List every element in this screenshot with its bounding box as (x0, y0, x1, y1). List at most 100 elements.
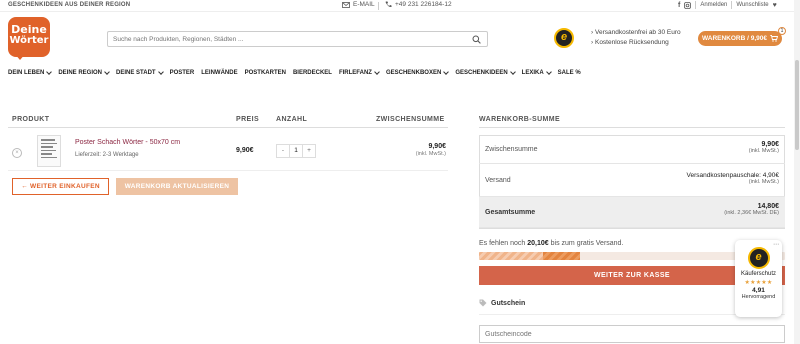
mail-icon (342, 1, 350, 8)
chevron-down-icon (545, 69, 552, 75)
heart-icon[interactable]: ♥ (773, 2, 777, 9)
free-shipping-amount: 20,10€ (527, 240, 549, 247)
nav-item[interactable]: DEINE REGION (58, 69, 110, 76)
search-icon[interactable] (472, 35, 481, 44)
nav-item-label: BIERDECKEL (292, 70, 332, 76)
more-options-icon[interactable]: ⋯ (773, 241, 779, 248)
remove-item-button[interactable]: × (12, 148, 22, 158)
scrollbar-thumb[interactable] (795, 60, 799, 150)
total-note: (inkl. 2,36€ MwSt. DE) (724, 210, 779, 216)
nav-item[interactable]: DEIN LEBEN (8, 69, 53, 76)
trusted-shops-seal-icon (747, 247, 770, 269)
cart-label: WARENKORB / 9,90€ (701, 35, 768, 42)
shipping-value: Versandkostenpauschale: 4,90€ (686, 172, 779, 179)
divider (695, 1, 697, 9)
product-name-link[interactable]: Poster Schach Wörter - 50x70 cm (75, 139, 180, 146)
update-cart-button[interactable]: WARENKORB AKTUALISIEREN (116, 178, 238, 195)
divider (8, 127, 448, 128)
total-value-block: 14,80€ (inkl. 2,36€ MwSt. DE) (724, 203, 779, 216)
total-value: 14,80€ (757, 203, 779, 210)
subtotal-value-block: 9,90€ (inkl. MwSt.) (749, 141, 779, 154)
usp-item: › Versandkostenfrei ab 30 Euro (591, 29, 681, 36)
item-price: 9,90€ (236, 147, 254, 154)
divider (378, 2, 379, 10)
logo-line1: Deine (11, 23, 47, 36)
divider (8, 170, 448, 171)
qty-minus-button[interactable]: - (277, 145, 289, 157)
nav-item-label: DEINE REGION (58, 70, 103, 76)
nav-item-label: POSTKARTEN (244, 70, 286, 76)
summary-shipping-row: Versand Versandkostenpauschale: 4,90€ (i… (479, 164, 785, 197)
chevron-down-icon (46, 69, 53, 75)
usp-list: › Versandkostenfrei ab 30 Euro › Kostenl… (591, 28, 681, 48)
top-bar: GESCHENKIDEEN AUS DEINER REGION E-MAIL +… (0, 0, 800, 12)
nav-item[interactable]: BIERDECKEL (293, 70, 332, 76)
tagline: GESCHENKIDEEN AUS DEINER REGION (8, 2, 131, 8)
main-nav: DEIN LEBEN DEINE REGION DEINE STADT POSTER L… (8, 69, 588, 76)
summary-total-row: Gesamtsumme 14,80€ (inkl. 2,36€ MwSt. DE… (479, 197, 785, 228)
facebook-icon[interactable]: f (678, 2, 680, 9)
col-header-product: PRODUKT (12, 116, 50, 123)
login-link[interactable]: Anmelden (700, 2, 727, 8)
instagram-icon[interactable] (684, 1, 692, 9)
rating-score: 4,91 (752, 287, 765, 294)
qty-plus-button[interactable]: + (303, 145, 315, 157)
search-box (107, 31, 488, 47)
rating-stars: ★★★★★ (744, 280, 773, 286)
phone-icon (385, 1, 392, 8)
shipping-value-block: Versandkostenpauschale: 4,90€ (inkl. MwS… (686, 172, 779, 185)
nav-item[interactable]: POSTER (170, 70, 195, 76)
site-logo[interactable]: Deine Wörter (8, 17, 50, 57)
subtotal-note: (inkl. MwSt.) (748, 148, 779, 154)
nav-item-label: POSTER (169, 70, 195, 76)
divider (731, 1, 733, 9)
chevron-down-icon (157, 69, 164, 75)
product-thumbnail[interactable] (37, 135, 61, 167)
nav-item-label: DEIN LEBEN (8, 70, 45, 76)
nav-item-label: GESCHENKBOXEN (385, 70, 442, 76)
chevron-down-icon (104, 69, 110, 75)
wishlist-link[interactable]: Wunschliste (736, 2, 768, 8)
nav-item[interactable]: LEINWÄNDE (201, 70, 237, 76)
shipping-note: (inkl. MwSt.) (748, 179, 779, 185)
cart-button[interactable]: WARENKORB / 9,90€ (698, 31, 782, 46)
nav-item[interactable]: POSTKARTEN (245, 70, 286, 76)
item-subtotal-value: 9,90€ (428, 143, 446, 150)
nav-item[interactable]: GESCHENKIDEEN (455, 69, 516, 76)
item-subtotal: 9,90€ (inkl. MwSt.) (380, 143, 446, 157)
trusted-shops-seal-icon[interactable] (554, 28, 574, 48)
logo-line2: Wörter (9, 35, 49, 46)
nav-item[interactable]: FIRLEFANZ (338, 69, 380, 76)
nav-item-label: FIRLEFANZ (338, 70, 372, 76)
nav-item-label: DEINE STADT (116, 70, 156, 76)
qty-input[interactable]: 1 (289, 145, 303, 157)
subtotal-value: 9,90€ (761, 141, 779, 148)
search-input[interactable] (108, 32, 458, 46)
email-link[interactable]: E-MAIL (342, 1, 375, 8)
item-tax-note: (inkl. MwSt.) (415, 151, 446, 157)
nav-item-label: LEINWÄNDE (201, 70, 238, 76)
trusted-shops-widget[interactable]: ⋯ Käuferschutz ★★★★★ 4,91 Hervorragend (735, 240, 782, 317)
usp-item: › Kostenlose Rücksendung (591, 39, 669, 46)
coupon-field (479, 325, 785, 343)
nav-item-label: GESCHENKIDEEN (455, 70, 508, 76)
continue-shopping-button[interactable]: ← WEITER EINKAUFEN (12, 178, 109, 195)
phone-link[interactable]: +49 231 226184-12 (385, 1, 452, 8)
delivery-time: Lieferzeit: 2-3 Werktage (75, 152, 139, 158)
col-header-subtotal: ZWISCHENSUMME (376, 116, 445, 123)
page-scrollbar[interactable] (794, 0, 800, 344)
nav-item[interactable]: GESCHENKBOXEN (385, 69, 450, 76)
email-label: E-MAIL (353, 1, 375, 8)
nav-item[interactable]: LEXIKA (522, 69, 552, 76)
buyer-protection-label: Käuferschutz (740, 271, 777, 277)
shipping-label: Versand (485, 177, 511, 184)
nav-item[interactable]: SALE % (558, 70, 581, 76)
total-label: Gesamtsumme (485, 209, 536, 216)
coupon-input[interactable] (480, 326, 770, 342)
chevron-down-icon (374, 69, 380, 75)
nav-item-label: SALE % (557, 70, 581, 76)
nav-item[interactable]: DEINE STADT (116, 69, 164, 76)
coupon-title: Gutschein (491, 299, 526, 307)
phone-number: +49 231 226184-12 (395, 1, 452, 8)
free-shipping-message: Es fehlen noch 20,10€ bis zum gratis Ver… (479, 240, 623, 247)
